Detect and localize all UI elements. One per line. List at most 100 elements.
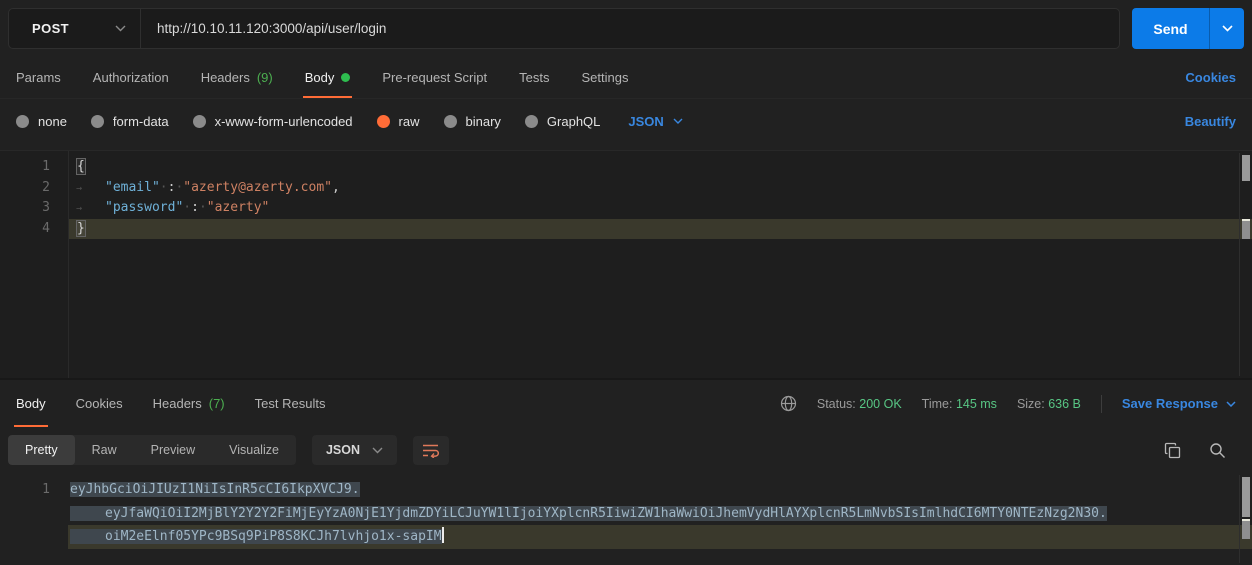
radio-graphql[interactable]: GraphQL: [525, 114, 600, 129]
radio-form-data[interactable]: form-data: [91, 114, 169, 129]
copy-icon[interactable]: [1164, 442, 1181, 459]
send-options-button[interactable]: [1209, 8, 1244, 49]
editor-scrollbar[interactable]: [1239, 153, 1249, 376]
tab-label: Authorization: [93, 70, 169, 85]
tab-label: Tests: [519, 70, 549, 85]
beautify-link[interactable]: Beautify: [1185, 114, 1236, 129]
response-scrollbar[interactable]: [1239, 475, 1249, 563]
url-input[interactable]: http://10.10.11.120:3000/api/user/login: [141, 21, 1119, 36]
tab-settings[interactable]: Settings: [581, 57, 628, 98]
response-tab-headers[interactable]: Headers (7): [153, 380, 225, 427]
code-line: 2 "email":"azerty@azerty.com",: [0, 178, 1252, 199]
cookies-link[interactable]: Cookies: [1185, 70, 1236, 85]
view-tab-preview[interactable]: Preview: [134, 435, 212, 465]
request-url-bar: POST http://10.10.11.120:3000/api/user/l…: [0, 0, 1252, 57]
json-value: "azerty": [207, 200, 270, 215]
tab-label: Body: [305, 70, 335, 85]
line-number: 4: [0, 219, 50, 240]
radio-raw[interactable]: raw: [377, 114, 420, 129]
search-icon[interactable]: [1209, 442, 1226, 459]
radio-x-www-form-urlencoded[interactable]: x-www-form-urlencoded: [193, 114, 353, 129]
tab-indent-icon: [76, 198, 105, 220]
tab-label: Body: [16, 396, 46, 411]
globe-icon: [780, 395, 797, 412]
body-type-row: none form-data x-www-form-urlencoded raw…: [0, 99, 1252, 143]
save-response-button[interactable]: Save Response: [1122, 396, 1236, 411]
tab-indent-icon: [76, 178, 105, 200]
close-brace: }: [76, 220, 86, 237]
scrollbar-thumb[interactable]: [1242, 155, 1250, 181]
response-tab-cookies[interactable]: Cookies: [76, 380, 123, 427]
tab-pre-request-script[interactable]: Pre-request Script: [382, 57, 487, 98]
response-view-switch: Pretty Raw Preview Visualize: [8, 435, 296, 465]
request-tabs: Params Authorization Headers (9) Body Pr…: [0, 57, 1252, 99]
line-number: 3: [0, 198, 50, 219]
body-modified-dot-icon: [341, 73, 350, 82]
whitespace-dot: [199, 200, 207, 215]
size-label: Size:: [1017, 397, 1045, 411]
view-tab-raw[interactable]: Raw: [75, 435, 134, 465]
body-language-dropdown[interactable]: JSON: [628, 114, 682, 129]
scrollbar-thumb[interactable]: [1242, 477, 1250, 517]
response-language-dropdown[interactable]: JSON: [312, 435, 397, 465]
text-cursor: [442, 527, 444, 543]
radio-label: x-www-form-urlencoded: [215, 114, 353, 129]
line-number: 1: [0, 157, 50, 178]
scrollbar-cursor-marker: [1242, 519, 1250, 539]
tab-tests[interactable]: Tests: [519, 57, 549, 98]
radio-binary[interactable]: binary: [444, 114, 501, 129]
tab-authorization[interactable]: Authorization: [93, 57, 169, 98]
response-header: Body Cookies Headers (7) Test Results St…: [0, 380, 1252, 427]
request-body-editor[interactable]: 1 { 2 "email":"azerty@azerty.com", 3 "pa…: [0, 150, 1252, 378]
json-comma: ,: [332, 180, 340, 195]
status-value: 200 OK: [859, 397, 901, 411]
json-key: "password": [105, 200, 183, 215]
view-tab-pretty[interactable]: Pretty: [8, 435, 75, 465]
response-meta: Status: 200 OK Time: 145 ms Size: 636 B …: [780, 380, 1236, 427]
method-dropdown[interactable]: POST: [9, 9, 141, 48]
tab-body[interactable]: Body: [305, 57, 351, 98]
time-value: 145 ms: [956, 397, 997, 411]
radio-label: raw: [399, 114, 420, 129]
radio-icon: [193, 115, 206, 128]
response-tab-test-results[interactable]: Test Results: [255, 380, 326, 427]
wrap-lines-button[interactable]: [413, 436, 449, 465]
tab-params[interactable]: Params: [16, 57, 61, 98]
send-button[interactable]: Send: [1132, 8, 1209, 49]
response-tab-body[interactable]: Body: [16, 380, 46, 427]
view-tab-visualize[interactable]: Visualize: [212, 435, 296, 465]
json-colon: :: [191, 200, 199, 215]
response-body[interactable]: 1eyJhbGciOiJIUzI1NiIsInR5cCI6IkpXVCJ9. e…: [0, 473, 1252, 565]
time-label: Time:: [922, 397, 953, 411]
radio-label: form-data: [113, 114, 169, 129]
tab-headers[interactable]: Headers (9): [201, 57, 273, 98]
tab-label: Settings: [581, 70, 628, 85]
status-field: Status: 200 OK: [817, 397, 902, 411]
tab-label: Headers: [153, 396, 202, 411]
radio-icon: [16, 115, 29, 128]
radio-icon: [444, 115, 457, 128]
radio-icon: [91, 115, 104, 128]
tab-label: Test Results: [255, 396, 326, 411]
json-key: "email": [105, 180, 160, 195]
tab-label: Params: [16, 70, 61, 85]
chevron-down-icon: [1226, 401, 1236, 407]
jwt-payload-segment: eyJfaWQiOiI2MjBlY2Y2Y2FiMjEyYzA0NjE1Yjdm…: [70, 506, 1107, 521]
toolbar-right-icons: [1164, 442, 1244, 459]
language-label: JSON: [326, 443, 360, 457]
headers-count: (7): [209, 396, 225, 411]
chevron-down-icon: [673, 118, 683, 124]
status-label: Status:: [817, 397, 856, 411]
divider: [1101, 395, 1102, 413]
headers-count: (9): [257, 70, 273, 85]
chevron-down-icon: [372, 447, 383, 454]
response-line: 1eyJhbGciOiJIUzI1NiIsInR5cCI6IkpXVCJ9.: [0, 478, 1252, 502]
wrap-text-icon: [422, 443, 440, 458]
response-line: eyJfaWQiOiI2MjBlY2Y2Y2FiMjEyYzA0NjE1Yjdm…: [0, 502, 1252, 526]
method-label: POST: [32, 21, 69, 36]
whitespace-dot: [183, 200, 191, 215]
line-number: 1: [0, 478, 50, 502]
url-box: POST http://10.10.11.120:3000/api/user/l…: [8, 8, 1120, 49]
radio-none[interactable]: none: [16, 114, 67, 129]
radio-label: binary: [466, 114, 501, 129]
